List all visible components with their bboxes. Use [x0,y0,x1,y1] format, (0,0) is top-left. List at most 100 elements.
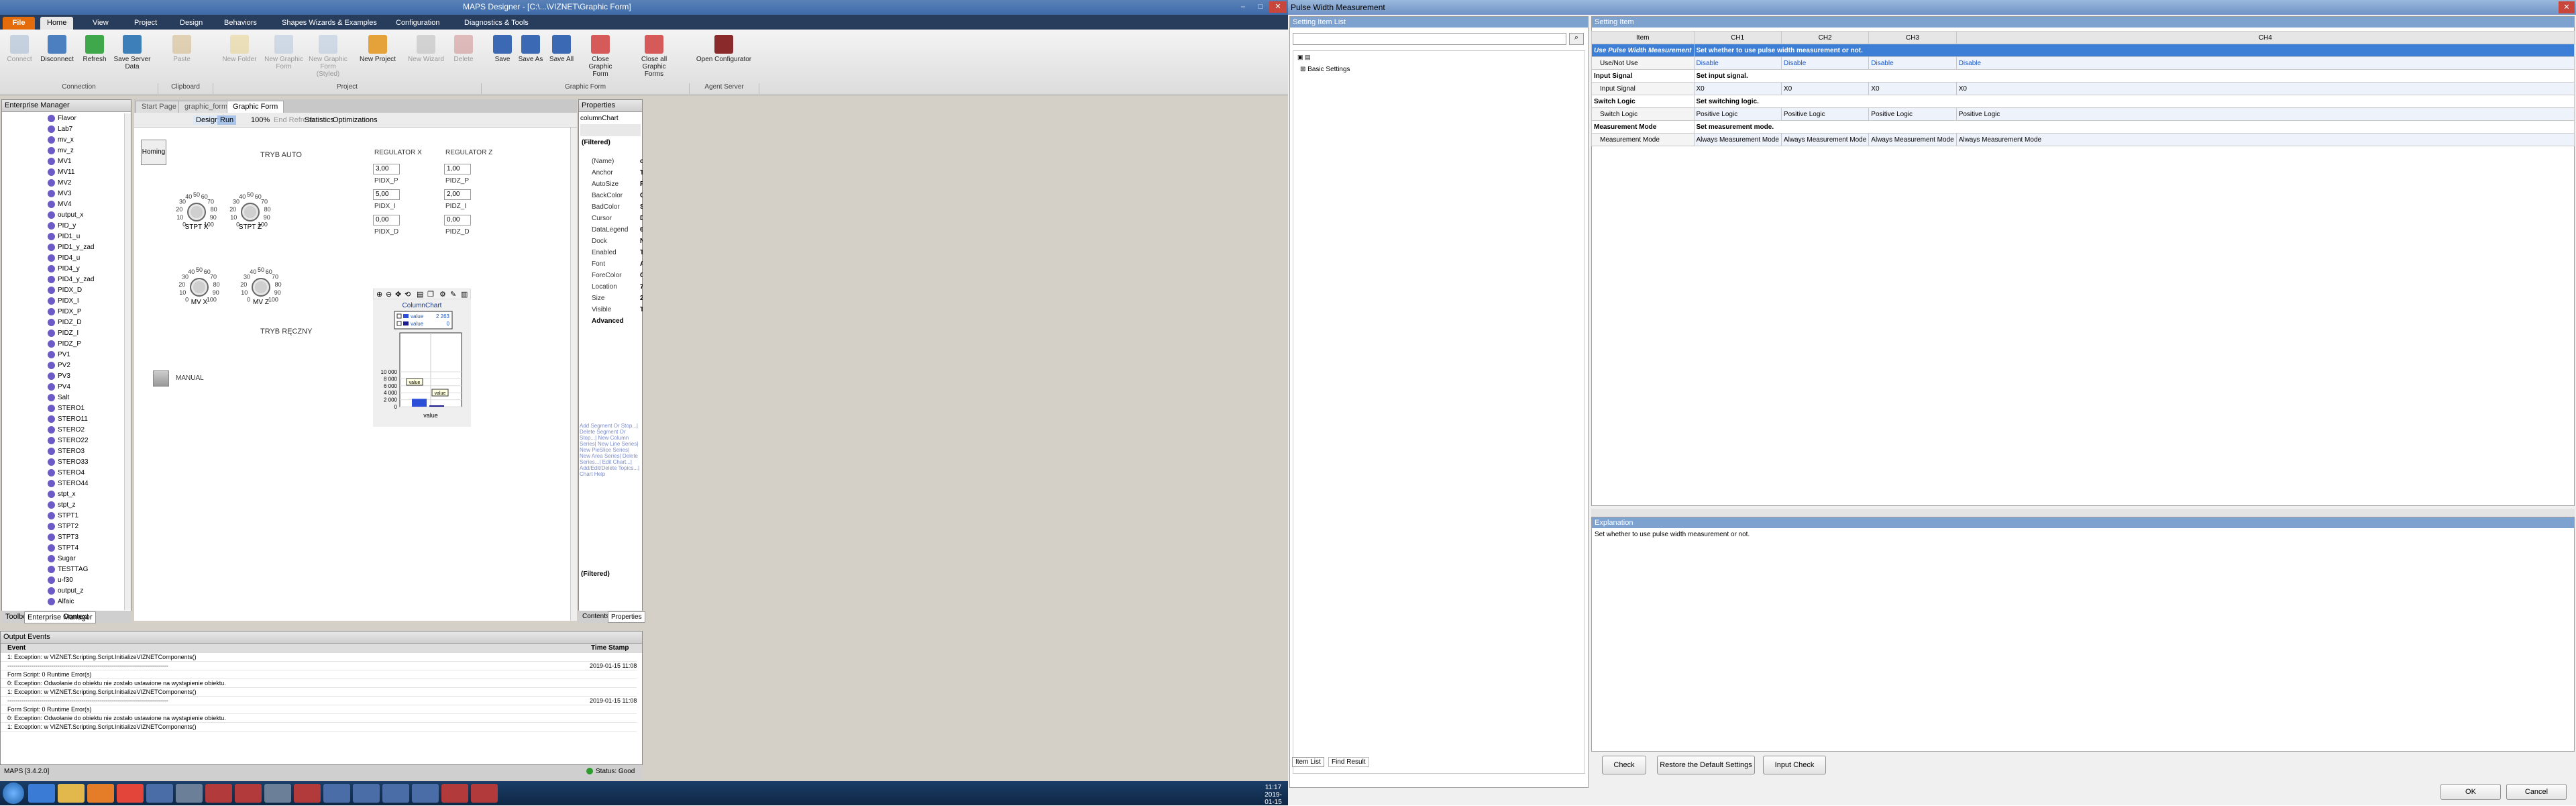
pidx-d-input[interactable]: 0,00 [373,215,400,225]
property-row[interactable]: Enabled True [578,247,643,258]
app-icon-6[interactable] [294,784,321,803]
chart-commands[interactable]: Add Segment Or Stop...| Delete Segment O… [580,423,641,483]
tab-behaviors[interactable]: Behaviors [217,17,264,30]
bar-0[interactable] [412,399,427,407]
setting-row[interactable]: Measurement Mode Always Measurement Mode A… [1591,133,2575,146]
tree-item[interactable]: PIDX_D [48,285,123,296]
tree-item[interactable]: STPT1 [48,511,123,521]
ie-icon[interactable] [28,784,55,803]
app-icon-7[interactable] [323,784,350,803]
settings-icon[interactable]: ⚙ [439,290,446,299]
new-folder-button[interactable]: New Folder [220,34,259,79]
event-row[interactable]: 1: Exception: w VIZNET.Scripting.Script.… [1,723,637,732]
event-row[interactable]: 0: Exception: Odwołanie do obiektu nie z… [1,714,637,723]
new-project-button[interactable]: New Project [358,34,397,79]
maximize-button[interactable]: □ [1252,1,1269,13]
tree-item[interactable]: PID4_y [48,264,123,274]
app-icon-3[interactable] [205,784,232,803]
tree-item[interactable]: Alfaic [48,597,123,607]
ch1-value[interactable]: X0 [1693,82,1782,95]
reset-icon[interactable]: ⟲ [405,290,411,299]
setting-row[interactable]: Use Pulse Width Measurement Set whether t… [1591,44,2575,57]
tree-item[interactable]: STPT3 [48,532,123,543]
tree-item[interactable]: Salt [48,393,123,403]
tree-scrollbar[interactable] [124,113,131,610]
tab-diagnostics-tools[interactable]: Diagnostics & Tools [458,17,535,30]
zoom-level[interactable]: 100% [251,116,270,124]
run-mode-button[interactable]: Run [217,115,237,125]
tree-item[interactable]: PV2 [48,360,123,371]
pidx-p-input[interactable]: 3,00 [373,164,400,174]
print-icon[interactable]: ▤ [417,290,423,299]
tab-find-result[interactable]: Find Result [1328,757,1369,767]
chrome-icon[interactable] [117,784,144,803]
new-wizard-button[interactable]: New Wizard [407,34,445,79]
tree-item[interactable]: STERO1 [48,403,123,414]
tree-item[interactable]: PIDX_P [48,307,123,317]
properties-object[interactable]: columnChart [580,115,619,122]
tree-item[interactable]: STERO2 [48,425,123,436]
ch2-value[interactable]: Disable [1780,56,1870,70]
tree-item[interactable]: output_x [48,210,123,221]
app-icon-2[interactable] [176,784,203,803]
tab-design[interactable]: Design [173,17,209,30]
property-row[interactable]: BadColor Silver [578,201,643,213]
pidz-p-input[interactable]: 1,00 [444,164,471,174]
event-row[interactable]: ----------------------------------------… [1,697,637,705]
tab-home[interactable]: Home [40,17,74,30]
tree-item[interactable]: PV3 [48,371,123,382]
setting-row[interactable]: Input Signal Set input signal. [1591,69,2575,83]
tree-toolbar-icon[interactable]: ▣ ▤ [1297,54,1324,62]
setting-row[interactable]: Input Signal X0 X0 X0 X0 [1591,82,2575,95]
tab-graphic-form-1[interactable]: graphic_form [178,101,234,113]
tree-item[interactable]: PID1_u [48,232,123,242]
tree-item[interactable]: STERO44 [48,478,123,489]
tab-view[interactable]: View [86,17,115,30]
ch4-value[interactable]: X0 [1955,82,2575,95]
ch3-value[interactable]: X0 [1868,82,1957,95]
knob[interactable]: 010203040 50 60708090100MV X [178,266,219,306]
ch1-value[interactable]: Always Measurement Mode [1693,133,1782,146]
tree-item[interactable]: mv_z [48,146,123,156]
tree-item[interactable]: stpt_z [48,500,123,511]
pan-icon[interactable]: ✥ [395,290,401,299]
pwm-close-button[interactable]: ✕ [2559,1,2575,13]
pidx-i-input[interactable]: 5,00 [373,189,400,200]
minimize-button[interactable]: – [1234,1,1252,13]
tree-item[interactable]: Lab7 [48,124,123,135]
optimizations-button[interactable]: Optimizations [333,116,378,124]
bar-1[interactable] [429,405,444,407]
refresh-button[interactable]: Refresh [75,34,114,79]
tree-item[interactable]: PIDZ_D [48,317,123,328]
setting-row[interactable]: Use/Not Use Disable Disable Disable Disable [1591,56,2575,70]
close-graphic-form-button[interactable]: Close Graphic Form [581,34,620,79]
property-row[interactable]: Cursor Default [578,213,643,224]
setting-row[interactable]: Switch Logic Positive Logic Positive Logic… [1591,107,2575,121]
tab-item-list[interactable]: Item List [1292,757,1324,767]
tree-item[interactable]: PID4_u [48,253,123,264]
new-graphic-form-styled-button[interactable]: New Graphic Form (Styled) [309,34,347,79]
ch3-value[interactable]: Positive Logic [1868,107,1957,121]
knob[interactable]: 010203040 50 60708090100STPT Z [229,191,270,231]
property-row[interactable]: (Name) columnChart [578,156,643,167]
explorer-icon[interactable] [58,784,85,803]
paste-button[interactable]: Paste [162,34,201,79]
ch3-value[interactable]: Disable [1868,56,1957,70]
pidz-d-input[interactable]: 0,00 [444,215,471,225]
tree-item[interactable]: MV1 [48,156,123,167]
tree-item[interactable]: MV11 [48,167,123,178]
ok-button[interactable]: OK [2440,784,2501,800]
event-row[interactable]: Form Script: 0 Runtime Error(s) [1,670,637,679]
tab-properties[interactable]: Properties [608,611,645,623]
tree-item[interactable]: PV4 [48,382,123,393]
tree-item[interactable]: PIDX_I [48,296,123,307]
tree-item[interactable]: TESTTAG [48,564,123,575]
delete-button[interactable]: Delete [444,34,483,79]
knob[interactable]: 010203040 50 60708090100STPT X [176,191,217,231]
tree-item[interactable]: STPT4 [48,543,123,554]
app-icon-9[interactable] [382,784,409,803]
tree-item[interactable]: STERO11 [48,414,123,425]
chart-legend[interactable]: value 2 263 value 0 [394,311,453,330]
event-row[interactable]: 1: Exception: w VIZNET.Scripting.Script.… [1,688,637,697]
tree-item[interactable]: STERO4 [48,468,123,478]
